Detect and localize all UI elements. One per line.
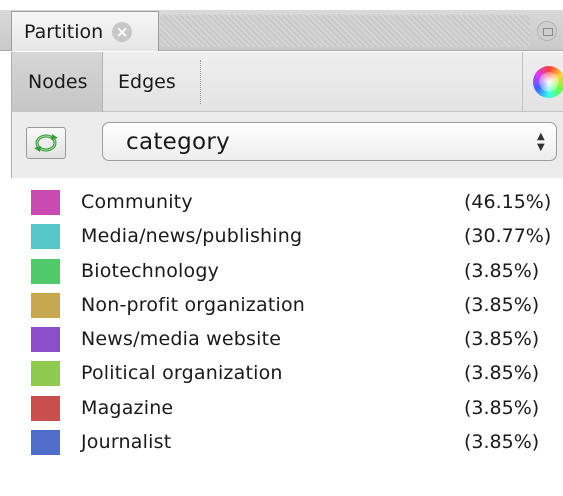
partition-label: Biotechnology xyxy=(81,259,220,282)
close-icon[interactable]: × xyxy=(112,21,133,42)
partition-row[interactable]: Political organization (3.85%) xyxy=(30,356,560,390)
partition-percent: (30.77%) xyxy=(464,225,552,248)
partition-label: Non-profit organization xyxy=(81,293,306,316)
partition-percent: (3.85%) xyxy=(464,259,540,282)
nodes-toggle-button[interactable]: Nodes xyxy=(12,52,103,112)
partition-row[interactable]: Journalist (3.85%) xyxy=(30,425,560,459)
nodes-edges-toolbar: Nodes Edges xyxy=(11,52,563,112)
color-wheel-icon xyxy=(533,66,563,98)
palette-button[interactable] xyxy=(522,52,563,112)
partition-percent: (3.85%) xyxy=(464,431,540,454)
partition-row[interactable]: Community (46.15%) xyxy=(30,185,560,219)
partition-row[interactable]: Magazine (3.85%) xyxy=(30,391,560,425)
color-swatch[interactable] xyxy=(31,430,60,456)
partition-label: Journalist xyxy=(81,431,172,454)
nodes-label: Nodes xyxy=(28,71,88,93)
color-swatch[interactable] xyxy=(31,327,60,353)
partition-label: Media/news/publishing xyxy=(81,225,303,248)
partition-percent: (46.15%) xyxy=(464,191,552,213)
toolbar-separator xyxy=(200,60,201,104)
partition-row[interactable]: News/media website (3.85%) xyxy=(30,322,560,356)
partition-row[interactable]: Non-profit organization (3.85%) xyxy=(30,288,560,322)
partition-percent: (3.85%) xyxy=(464,396,540,419)
tab-partition[interactable]: Partition × xyxy=(11,11,159,51)
color-swatch[interactable] xyxy=(31,361,60,387)
color-swatch[interactable] xyxy=(31,190,60,215)
partition-label: Community xyxy=(81,191,193,213)
maximize-icon[interactable] xyxy=(537,21,557,41)
partition-attribute-select[interactable]: category ▲ ▼ xyxy=(102,122,557,161)
color-swatch[interactable] xyxy=(31,292,60,318)
color-swatch[interactable] xyxy=(31,258,60,284)
partition-percent: (3.85%) xyxy=(464,328,540,351)
partition-selector-row: category ▲ ▼ xyxy=(11,112,563,178)
panel-tab-bar: Partition × xyxy=(0,0,563,51)
edges-label: Edges xyxy=(118,71,176,93)
partition-percent: (3.85%) xyxy=(464,362,540,385)
tab-bar-hatch xyxy=(160,15,530,47)
edges-toggle-button[interactable]: Edges xyxy=(104,52,200,112)
tab-bar-top-stripe xyxy=(0,0,563,10)
color-swatch[interactable] xyxy=(31,224,60,250)
tab-title: Partition xyxy=(24,20,104,43)
partition-row[interactable]: Biotechnology (3.85%) xyxy=(30,254,560,288)
partition-percent: (3.85%) xyxy=(464,293,540,316)
partition-list: Community (46.15%) Media/news/publishing (3… xyxy=(30,185,560,459)
partition-label: Magazine xyxy=(81,396,174,419)
refresh-icon xyxy=(34,134,58,152)
select-arrows-icon: ▲ ▼ xyxy=(537,131,545,153)
partition-label: Political organization xyxy=(81,362,283,385)
color-swatch[interactable] xyxy=(31,395,60,421)
partition-row[interactable]: Media/news/publishing (30.77%) xyxy=(30,219,560,253)
refresh-button[interactable] xyxy=(26,127,66,159)
partition-label: News/media website xyxy=(81,328,282,351)
selected-attribute: category xyxy=(126,128,231,155)
